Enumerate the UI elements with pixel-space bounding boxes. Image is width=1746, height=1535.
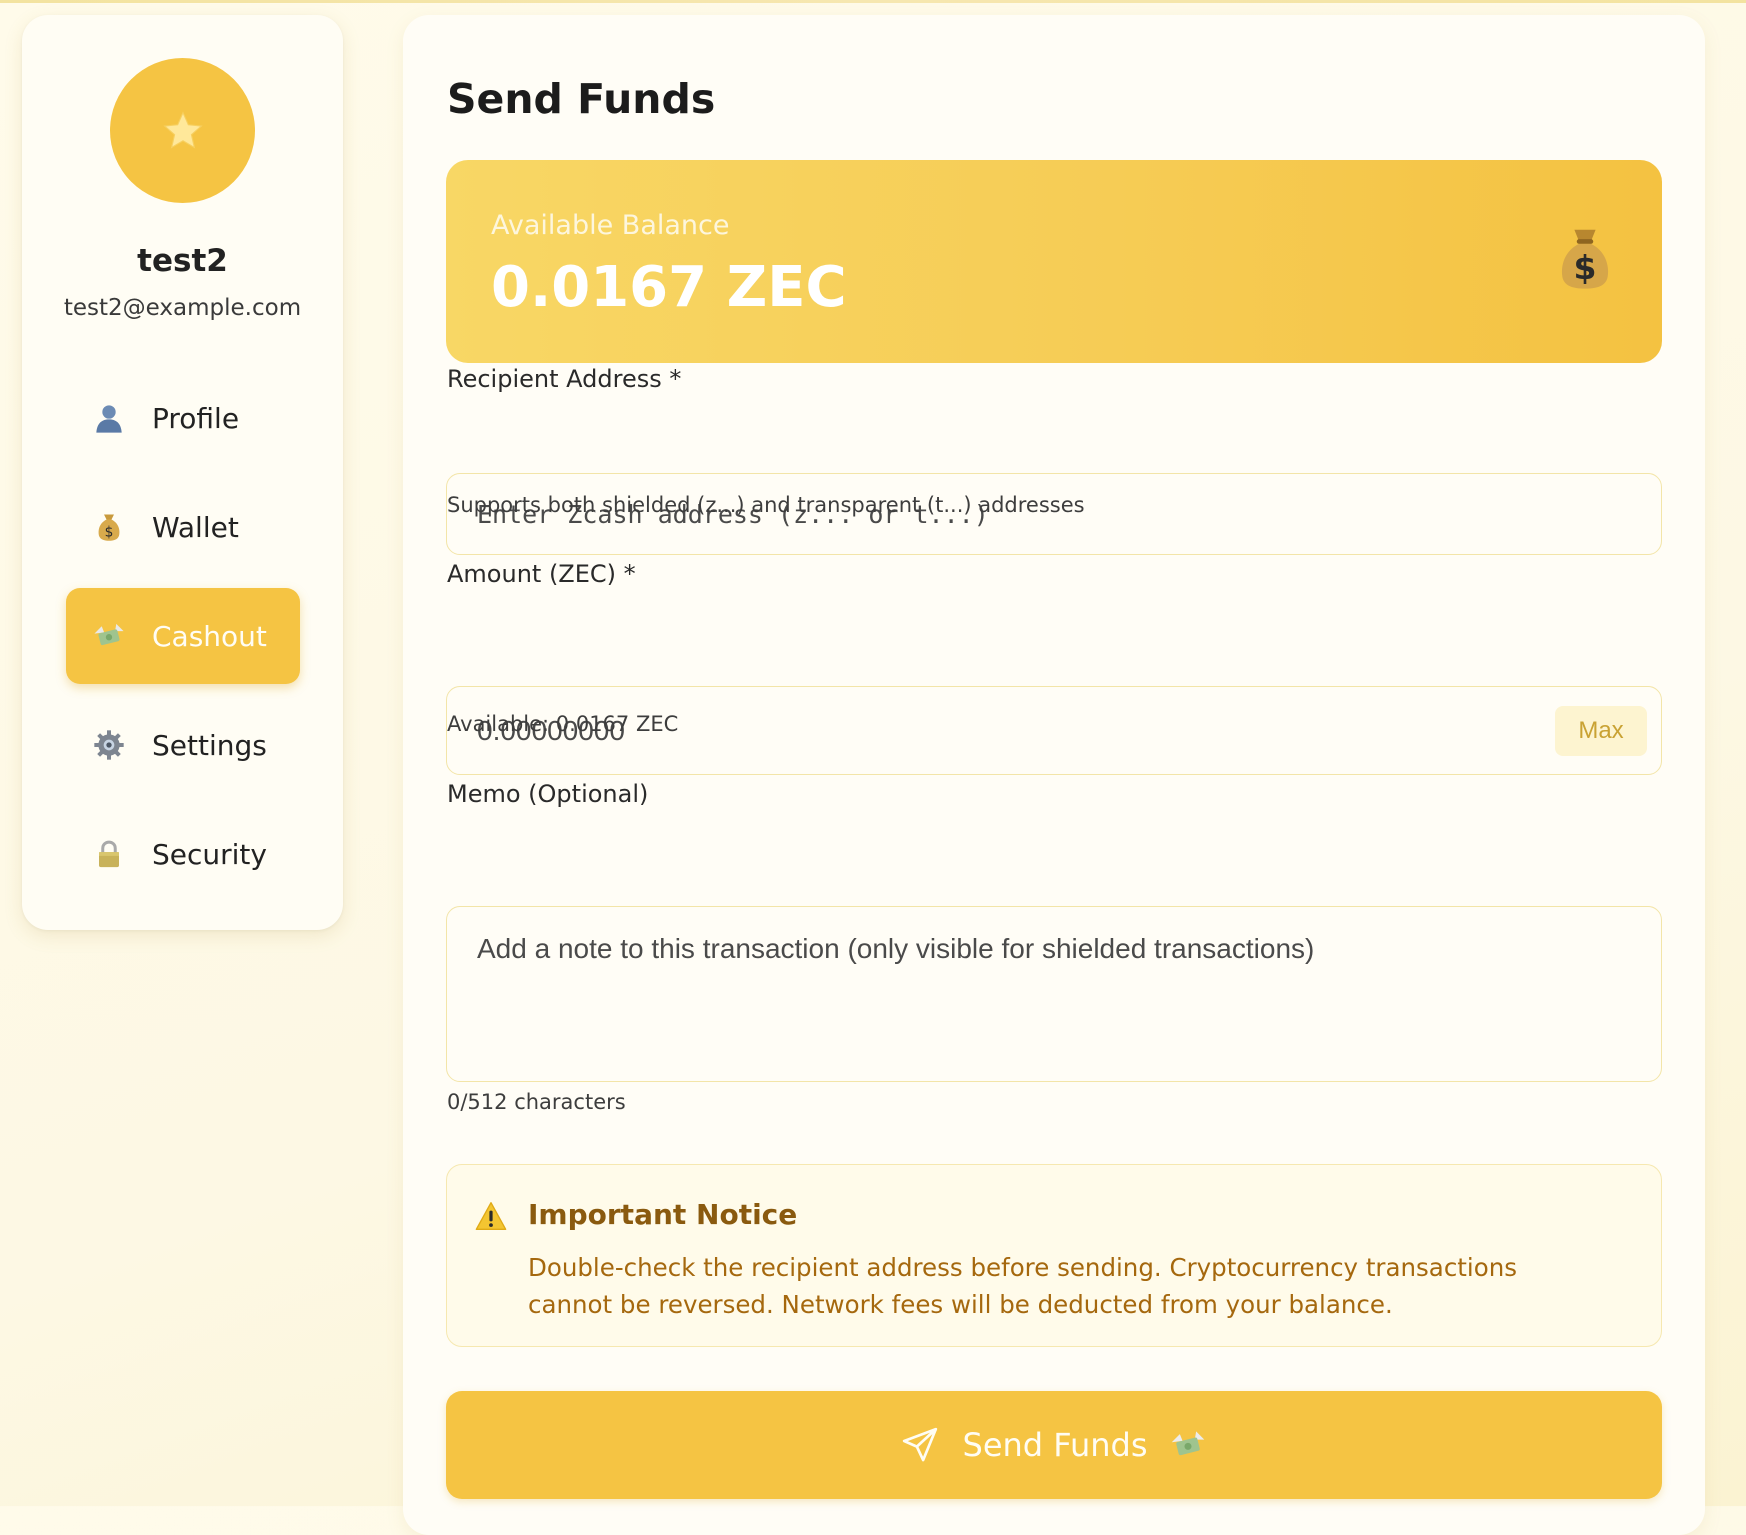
notice-title: Important Notice [528, 1198, 798, 1231]
send-plane-icon [902, 1427, 937, 1462]
recipient-label: Recipient Address * [447, 365, 682, 393]
send-funds-button[interactable]: Send Funds [446, 1391, 1662, 1499]
sidebar-item-label: Wallet [152, 510, 239, 544]
sidebar-item-security[interactable]: Security [66, 806, 300, 902]
memo-textarea[interactable] [447, 907, 1661, 1081]
available-hint: Available: 0.0167 ZEC [447, 712, 679, 736]
sidebar-item-profile[interactable]: Profile [66, 370, 300, 466]
sidebar-item-label: Settings [152, 728, 267, 762]
svg-text:$: $ [1574, 248, 1597, 287]
memo-field[interactable] [446, 906, 1662, 1082]
balance-card: Available Balance 0.0167 ZEC $ [446, 160, 1662, 363]
svg-text:$: $ [105, 524, 114, 540]
money-wings-icon [1172, 1431, 1205, 1456]
lock-icon [92, 837, 126, 871]
send-funds-panel: Send Funds Available Balance 0.0167 ZEC … [403, 15, 1705, 1535]
send-button-label: Send Funds [962, 1426, 1148, 1464]
recipient-hint: Supports both shielded (z...) and transp… [447, 493, 1085, 517]
money-wings-icon [92, 619, 126, 653]
money-bag-icon: $ [1561, 229, 1609, 289]
memo-char-counter: 0/512 characters [447, 1090, 626, 1114]
sidebar-nav: Profile $ Wallet Cashout Settings Securi… [66, 370, 300, 915]
money-bag-icon: $ [92, 510, 126, 544]
sidebar-item-label: Profile [152, 401, 240, 435]
top-border [0, 0, 1746, 3]
sidebar-item-label: Cashout [152, 619, 267, 653]
gear-icon [92, 728, 126, 762]
avatar[interactable] [110, 58, 255, 203]
memo-label: Memo (Optional) [447, 780, 649, 808]
warning-icon [475, 1201, 507, 1230]
star-icon [162, 110, 203, 149]
balance-label: Available Balance [491, 210, 730, 241]
user-name: test2 [137, 243, 228, 279]
amount-label: Amount (ZEC) * [447, 560, 636, 588]
sidebar-item-cashout[interactable]: Cashout [66, 588, 300, 684]
page-title: Send Funds [447, 75, 716, 123]
notice-text: Double-check the recipient address befor… [528, 1253, 1517, 1319]
balance-value: 0.0167 ZEC [491, 255, 847, 320]
user-email: test2@example.com [63, 295, 302, 321]
sidebar-item-label: Security [152, 837, 267, 871]
max-button[interactable]: Max [1555, 706, 1647, 756]
sidebar-item-settings[interactable]: Settings [66, 697, 300, 793]
important-notice: Important Notice Double-check the recipi… [446, 1164, 1662, 1347]
sidebar: test2 test2@example.com Profile $ Wallet [22, 15, 343, 930]
user-icon [92, 401, 126, 435]
sidebar-item-wallet[interactable]: $ Wallet [66, 479, 300, 575]
